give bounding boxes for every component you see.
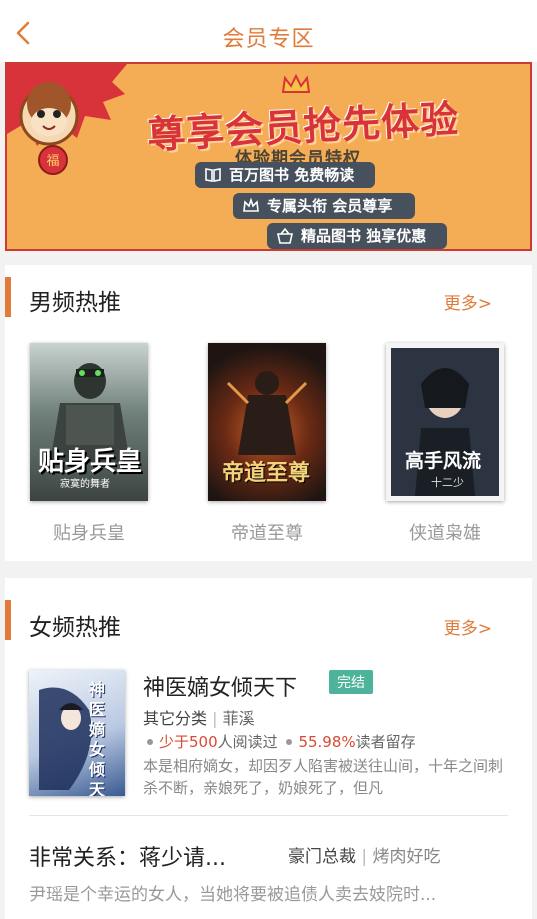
cover-title: 神医嫡女倾天下	[89, 680, 106, 796]
author-label: 菲溪	[222, 709, 255, 728]
perk-exclusive-title: 专属头衔 会员尊享	[233, 193, 415, 219]
perk-label: 精品图书 独享优惠	[301, 227, 427, 245]
section-title: 女频热推	[29, 615, 121, 641]
top-bar: 会员专区	[0, 0, 537, 62]
monkey-mascot-icon: 福	[7, 64, 127, 175]
book-icon	[205, 168, 221, 182]
bullet-icon	[286, 738, 293, 745]
bullet-icon	[147, 738, 153, 745]
book-list-item-title[interactable]: 非常关系：蒋少请...	[29, 840, 226, 872]
book-cover: 高手风流 十二少	[386, 343, 504, 501]
membership-banner[interactable]: 福 尊享会员抢先体验 体验期会员特权 百万图书 免费畅读 专属头衔 会员尊享 精…	[5, 62, 532, 251]
featured-book-stats: 少于500人阅读过 55.98%读者留存	[143, 731, 416, 752]
perk-label: 专属头衔 会员尊享	[267, 197, 393, 215]
status-badge: 完结	[329, 670, 373, 694]
perk-label: 百万图书 免费畅读	[229, 166, 355, 184]
male-hot-section: 男频热推 更多> 贴身兵皇 寂寞的舞者 贴身兵皇 帝道至尊 帝道至尊 高手风流 …	[5, 265, 532, 561]
perk-free-reading: 百万图书 免费畅读	[195, 162, 375, 188]
readers-count: 少于500	[159, 733, 218, 751]
book-name: 贴身兵皇	[53, 523, 125, 544]
crown-icon	[281, 74, 311, 93]
section-title: 男频热推	[29, 290, 121, 316]
cover-title: 贴身兵皇	[38, 447, 143, 477]
cover-author: 十二少	[431, 476, 464, 489]
book-list-item-description: 尹瑶是个幸运的女人，当她将要被追债人卖去妓院时...	[29, 885, 437, 905]
female-hot-section: 女频热推 更多> 神医嫡女倾天下 神医嫡女倾天下 完结 其它分类 | 菲溪 少于…	[5, 578, 532, 919]
svg-text:福: 福	[46, 154, 59, 169]
female-more-link[interactable]: 更多>	[444, 614, 492, 639]
perk-discount: 精品图书 独享优惠	[267, 223, 447, 249]
cover-title: 高手风流	[405, 450, 482, 472]
author-label: 烤肉好吃	[372, 847, 441, 867]
readers-suffix: 人阅读过	[217, 733, 278, 751]
list-divider	[29, 815, 508, 816]
male-more-link[interactable]: 更多>	[444, 289, 492, 314]
book-name: 侠道枭雄	[409, 523, 481, 544]
book-list-item-meta: 豪门总裁 | 烤肉好吃	[288, 847, 441, 867]
crown-badge-icon	[243, 197, 259, 212]
book-card[interactable]: 高手风流 十二少 侠道枭雄	[386, 343, 504, 545]
page-title: 会员专区	[222, 27, 315, 52]
retention-rate: 55.98%	[298, 733, 356, 751]
featured-book-cover[interactable]: 神医嫡女倾天下	[29, 670, 125, 796]
book-card[interactable]: 帝道至尊 帝道至尊	[208, 343, 326, 545]
section-accent-bar	[5, 277, 11, 317]
featured-book-description: 本是相府嫡女，却因歹人陷害被送往山间，十年之间刺杀不断，亲娘死了，奶娘死了，但凡	[143, 757, 504, 797]
category-label: 豪门总裁	[288, 847, 356, 867]
featured-book-title[interactable]: 神医嫡女倾天下	[143, 670, 297, 702]
retention-suffix: 读者留存	[355, 733, 416, 751]
cover-author: 寂寞的舞者	[60, 479, 110, 490]
book-card[interactable]: 贴身兵皇 寂寞的舞者 贴身兵皇	[30, 343, 148, 545]
section-accent-bar	[5, 600, 11, 640]
book-cover: 贴身兵皇 寂寞的舞者	[30, 343, 148, 501]
category-label: 其它分类	[143, 709, 208, 728]
gift-basket-icon	[277, 227, 293, 244]
cover-title: 帝道至尊	[222, 461, 311, 486]
featured-book-meta: 其它分类 | 菲溪	[143, 709, 255, 728]
book-cover: 帝道至尊	[208, 343, 326, 501]
book-name: 帝道至尊	[231, 523, 303, 544]
